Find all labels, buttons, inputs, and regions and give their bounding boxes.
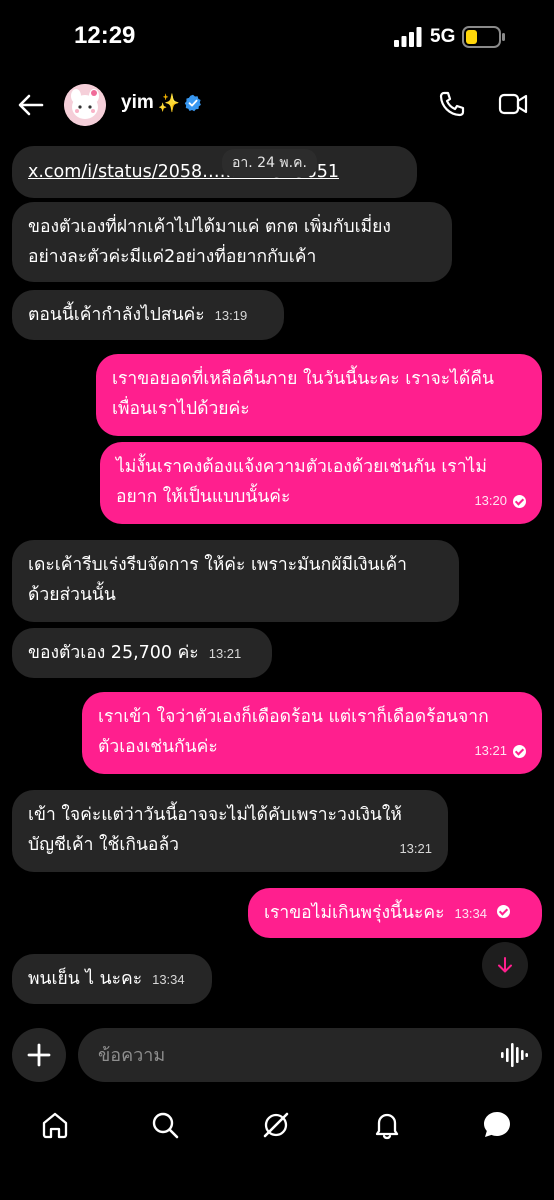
message-line: ของตัวเองที่ฝากเค้าไปได้มาแค่ ตกต เพิ่มก… (28, 217, 391, 237)
message-outgoing[interactable]: เราเข้า ใจว่าตัวเองก็เดือดร้อน แต่เราก็เ… (82, 692, 542, 774)
message-line: เดะเค้ารีบเร่งรีบจัดการ ให้ค่ะ เพราะมันก… (28, 555, 407, 575)
nav-search[interactable] (148, 1108, 182, 1142)
scroll-to-bottom-button[interactable] (482, 942, 528, 988)
nav-home[interactable] (38, 1108, 72, 1142)
seen-check-icon (513, 744, 526, 758)
date-chip: อา. 24 พ.ค. (222, 149, 317, 177)
message-text: ตอนนี้เค้ากำลังไปสนค่ะ (28, 305, 205, 325)
bell-icon (375, 1113, 399, 1140)
contact-name-row[interactable]: yim ✨ (121, 92, 202, 114)
nav-notifications[interactable] (370, 1108, 404, 1142)
video-call-icon[interactable] (498, 91, 528, 117)
chat-header: yim ✨ (0, 74, 554, 136)
message-line: เพื่อนเราไปด้วยค่ะ (112, 399, 250, 419)
status-bar: 12:29 5G (0, 0, 554, 72)
status-time: 12:29 (74, 22, 136, 49)
message-time: 13:21 (208, 646, 242, 661)
message-line: เข้า ใจค่ะแต่ว่าวันนี้อาจจะไม่ได้คับเพรา… (28, 805, 402, 825)
message-time: 13:21 (474, 743, 507, 758)
sparkle-emoji: ✨ (157, 92, 181, 114)
bottom-navigation (0, 1100, 554, 1152)
network-type: 5G (430, 26, 456, 47)
message-text: พนเย็น ไ นะคะ (28, 969, 143, 989)
message-text: เราขอไม่เกินพรุ่งนี้นะคะ (264, 903, 445, 923)
message-incoming-link[interactable]: x.com/i/status/2058…………545651 (12, 146, 417, 198)
seen-check-icon (497, 905, 511, 918)
message-composer[interactable] (78, 1028, 542, 1082)
seen-check-icon (513, 494, 526, 508)
message-text: ของตัวเอง 25,700 ค่ะ (28, 643, 199, 663)
verified-badge-icon (184, 94, 202, 112)
avatar-character-icon (64, 84, 106, 126)
message-line: ด้วยส่วนนั้น (28, 585, 116, 605)
nav-messages[interactable] (480, 1108, 514, 1142)
message-line: อย่างละตัวค่ะมีแค่2อย่างที่อยากกับเค้า (28, 247, 317, 267)
search-icon (152, 1112, 179, 1139)
avatar[interactable] (64, 84, 106, 126)
message-input[interactable] (98, 1028, 478, 1082)
message-time: 13:34 (454, 906, 488, 921)
message-time: 13:20 (474, 493, 507, 508)
message-time: 13:34 (152, 972, 185, 987)
message-time: 13:21 (399, 841, 432, 856)
message-line: บัญชีเค้า ใช้เกินอล้ว (28, 835, 179, 855)
message-thread[interactable]: x.com/i/status/2058…………545651 อา. 24 พ.ค… (0, 140, 554, 1020)
back-arrow-icon[interactable] (16, 90, 46, 120)
phone-call-icon[interactable] (438, 90, 466, 118)
grok-icon (263, 1112, 289, 1138)
message-line: เราขอยอดที่เหลือคืนภาย ในวันนี้นะคะ เราจ… (112, 369, 494, 389)
message-outgoing[interactable]: เราขอยอดที่เหลือคืนภาย ในวันนี้นะคะ เราจ… (96, 354, 542, 436)
contact-name: yim (121, 92, 154, 113)
signal-icon (394, 27, 422, 47)
message-outgoing[interactable]: ไม่งั้นเราคงต้องแจ้งความตัวเองด้วยเช่นกั… (100, 442, 542, 524)
nav-grok[interactable] (259, 1108, 293, 1142)
message-line: เราเข้า ใจว่าตัวเองก็เดือดร้อน แต่เราก็เ… (98, 707, 489, 727)
home-icon (42, 1112, 68, 1139)
battery-icon (462, 26, 505, 48)
message-incoming[interactable]: พนเย็น ไ นะคะ 13:34 (12, 954, 212, 1004)
message-line: อยาก ให้เป็นแบบนั้นค่ะ (116, 487, 291, 507)
message-line: ไม่งั้นเราคงต้องแจ้งความตัวเองด้วยเช่นกั… (116, 457, 487, 477)
message-incoming[interactable]: เดะเค้ารีบเร่งรีบจัดการ ให้ค่ะ เพราะมันก… (12, 540, 459, 622)
message-time: 13:19 (214, 308, 248, 323)
add-attachment-button[interactable] (12, 1028, 66, 1082)
arrow-down-icon (498, 957, 512, 973)
message-incoming[interactable]: ตอนนี้เค้ากำลังไปสนค่ะ 13:19 (12, 290, 284, 340)
message-outgoing[interactable]: เราขอไม่เกินพรุ่งนี้นะคะ 13:34 (248, 888, 542, 938)
message-incoming[interactable]: ของตัวเอง 25,700 ค่ะ 13:21 (12, 628, 272, 678)
chat-bubble-icon (484, 1112, 510, 1137)
message-incoming[interactable]: ของตัวเองที่ฝากเค้าไปได้มาแค่ ตกต เพิ่มก… (12, 202, 452, 282)
message-incoming[interactable]: เข้า ใจค่ะแต่ว่าวันนี้อาจจะไม่ได้คับเพรา… (12, 790, 448, 872)
message-line: ตัวเองเช่นกันค่ะ (98, 737, 218, 757)
voice-message-icon[interactable] (500, 1042, 528, 1068)
plus-icon (27, 1043, 51, 1067)
